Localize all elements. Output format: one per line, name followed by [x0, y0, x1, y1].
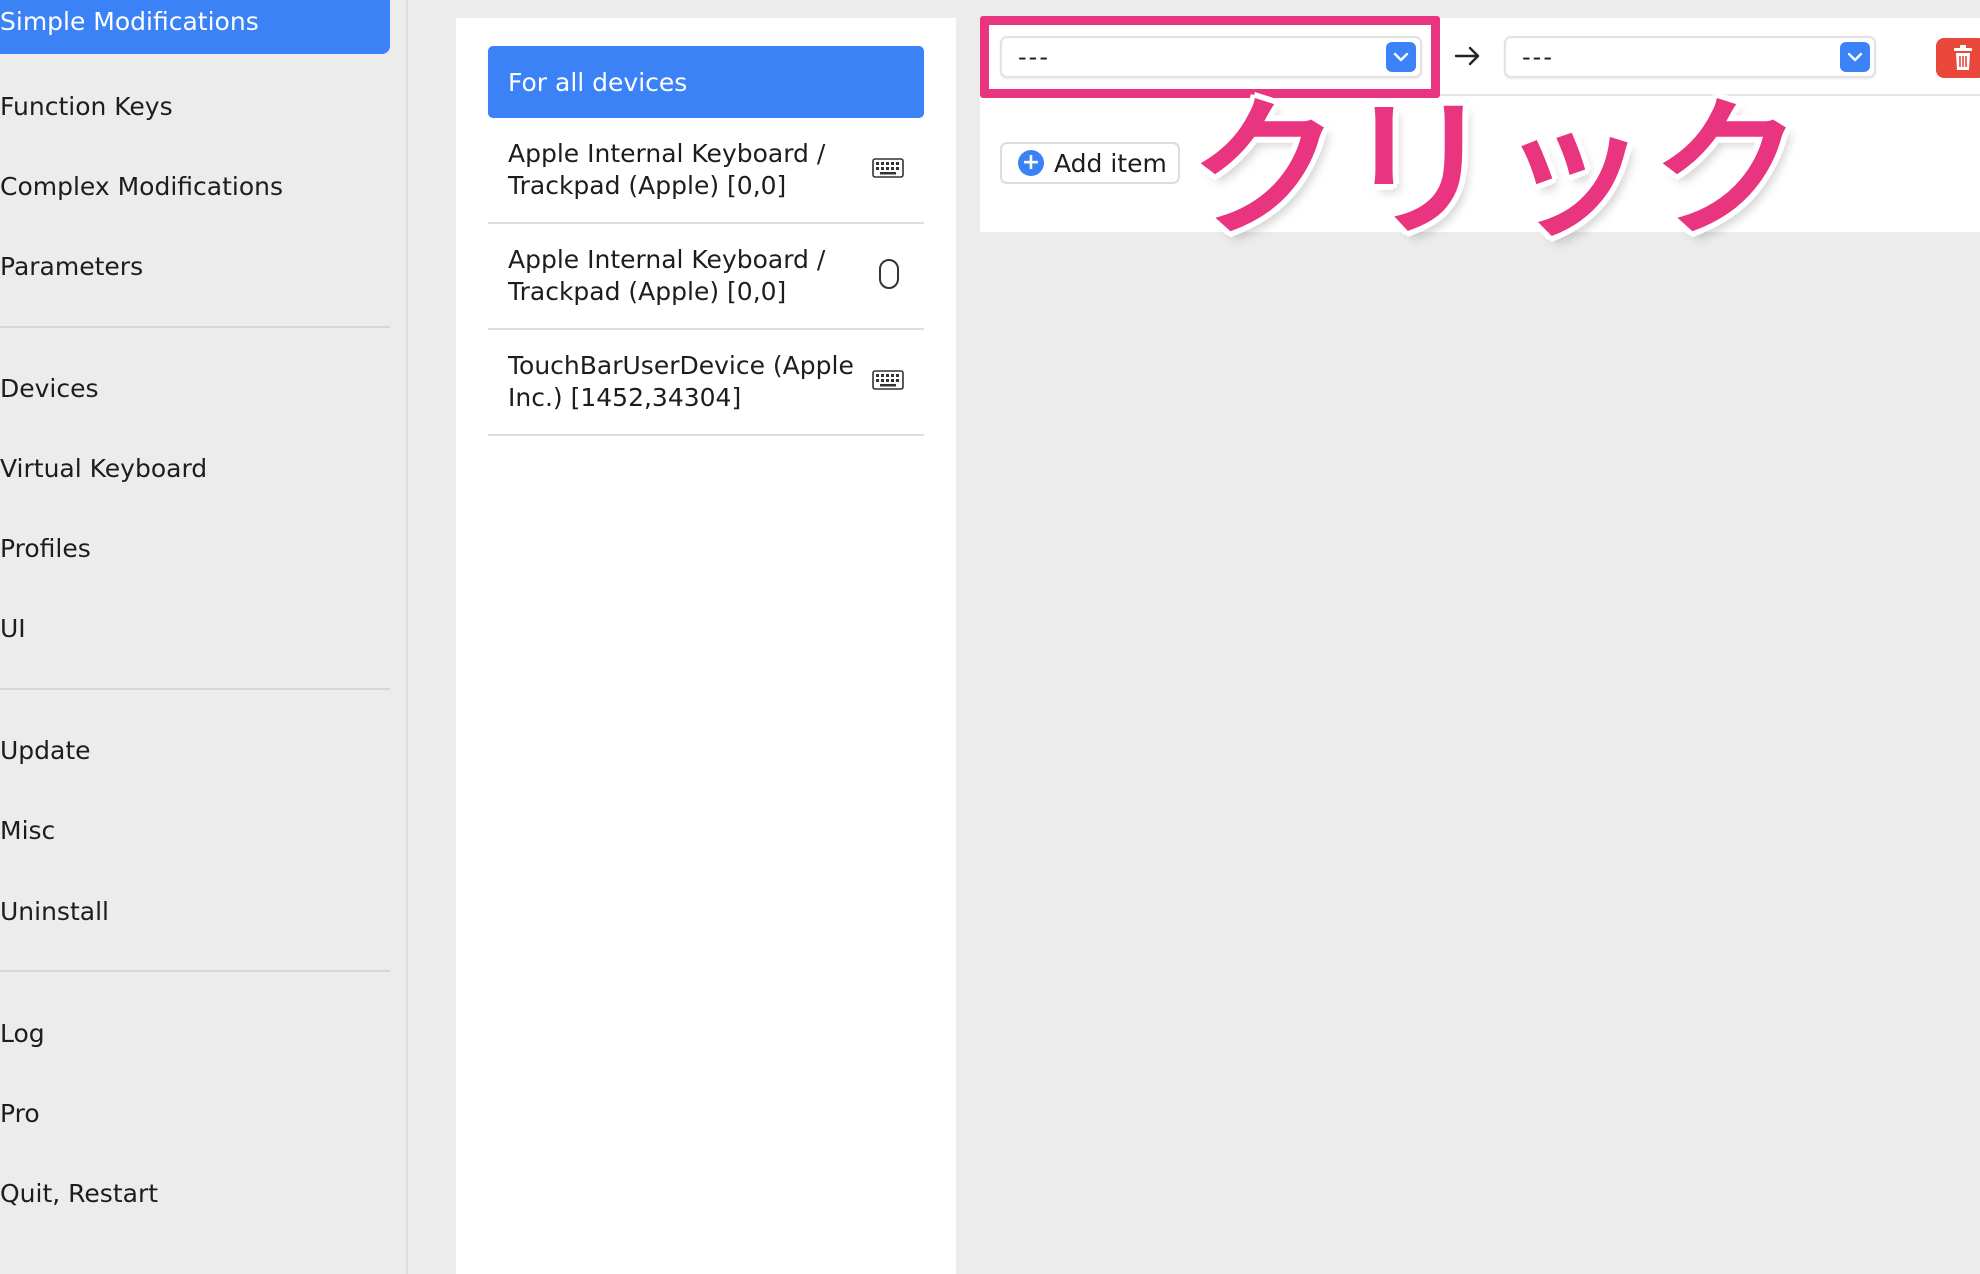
- sidebar: Simple Modifications Function Keys Compl…: [0, 0, 408, 1274]
- sidebar-item-label: Update: [0, 735, 91, 765]
- sidebar-item-virtual-keyboard[interactable]: Virtual Keyboard: [0, 435, 390, 501]
- sidebar-item-parameters[interactable]: Parameters: [0, 233, 390, 299]
- sidebar-item-label: Quit, Restart: [0, 1178, 159, 1208]
- arrow-right-icon: [1454, 46, 1480, 66]
- add-item-label: Add item: [1054, 148, 1167, 178]
- keyboard-icon: [872, 158, 904, 182]
- sidebar-item-misc[interactable]: Misc: [0, 797, 390, 863]
- sidebar-item-label: UI: [0, 613, 26, 643]
- mouse-icon: [878, 258, 900, 294]
- device-item-label: TouchBarUserDevice (Apple Inc.) [1452,34…: [508, 351, 854, 412]
- sidebar-item-uninstall[interactable]: Uninstall: [0, 878, 390, 944]
- sidebar-item-simple-modifications[interactable]: Simple Modifications: [0, 0, 390, 54]
- sidebar-item-function-keys[interactable]: Function Keys: [0, 73, 390, 139]
- sidebar-item-profiles[interactable]: Profiles: [0, 515, 390, 581]
- to-key-value: ---: [1522, 43, 1554, 71]
- sidebar-item-label: Complex Modifications: [0, 171, 284, 201]
- device-item-all-devices[interactable]: For all devices: [488, 46, 924, 118]
- sidebar-item-ui[interactable]: UI: [0, 595, 390, 661]
- trash-icon: [1954, 45, 1972, 70]
- sidebar-item-label: Log: [0, 1018, 45, 1048]
- add-item-button[interactable]: + Add item: [1000, 142, 1180, 184]
- sidebar-item-label: Parameters: [0, 251, 144, 281]
- device-item-label: Apple Internal Keyboard / Trackpad (Appl…: [508, 139, 826, 200]
- sidebar-item-label: Profiles: [0, 533, 91, 563]
- sidebar-item-complex-modifications[interactable]: Complex Modifications: [0, 153, 390, 219]
- sidebar-item-label: Pro: [0, 1098, 40, 1128]
- device-item-label: For all devices: [508, 67, 688, 97]
- keyboard-icon: [872, 370, 904, 394]
- sidebar-item-label: Virtual Keyboard: [0, 453, 208, 483]
- sidebar-item-label: Misc: [0, 815, 56, 845]
- sidebar-item-label: Function Keys: [0, 91, 173, 121]
- sidebar-item-label: Simple Modifications: [0, 6, 259, 36]
- delete-button[interactable]: [1936, 38, 1980, 78]
- sidebar-divider: [0, 326, 390, 328]
- sidebar-divider: [0, 688, 390, 690]
- plus-circle-icon: +: [1018, 150, 1044, 176]
- device-item-label: Apple Internal Keyboard / Trackpad (Appl…: [508, 245, 826, 306]
- sidebar-item-pro[interactable]: Pro: [0, 1080, 390, 1146]
- sidebar-item-quit-restart[interactable]: Quit, Restart: [0, 1160, 390, 1226]
- chevron-down-icon[interactable]: [1840, 42, 1870, 72]
- device-item[interactable]: Apple Internal Keyboard / Trackpad (Appl…: [488, 224, 924, 330]
- sidebar-item-devices[interactable]: Devices: [0, 355, 390, 421]
- device-item[interactable]: TouchBarUserDevice (Apple Inc.) [1452,34…: [488, 330, 924, 436]
- annotation-text: クリック: [1190, 84, 1807, 258]
- sidebar-item-update[interactable]: Update: [0, 717, 390, 783]
- device-item[interactable]: Apple Internal Keyboard / Trackpad (Appl…: [488, 118, 924, 224]
- sidebar-item-label: Uninstall: [0, 896, 109, 926]
- sidebar-divider: [0, 970, 390, 972]
- sidebar-item-label: Devices: [0, 373, 99, 403]
- device-list: For all devices Apple Internal Keyboard …: [456, 18, 956, 1274]
- to-key-select[interactable]: ---: [1504, 36, 1876, 78]
- sidebar-item-log[interactable]: Log: [0, 1000, 390, 1066]
